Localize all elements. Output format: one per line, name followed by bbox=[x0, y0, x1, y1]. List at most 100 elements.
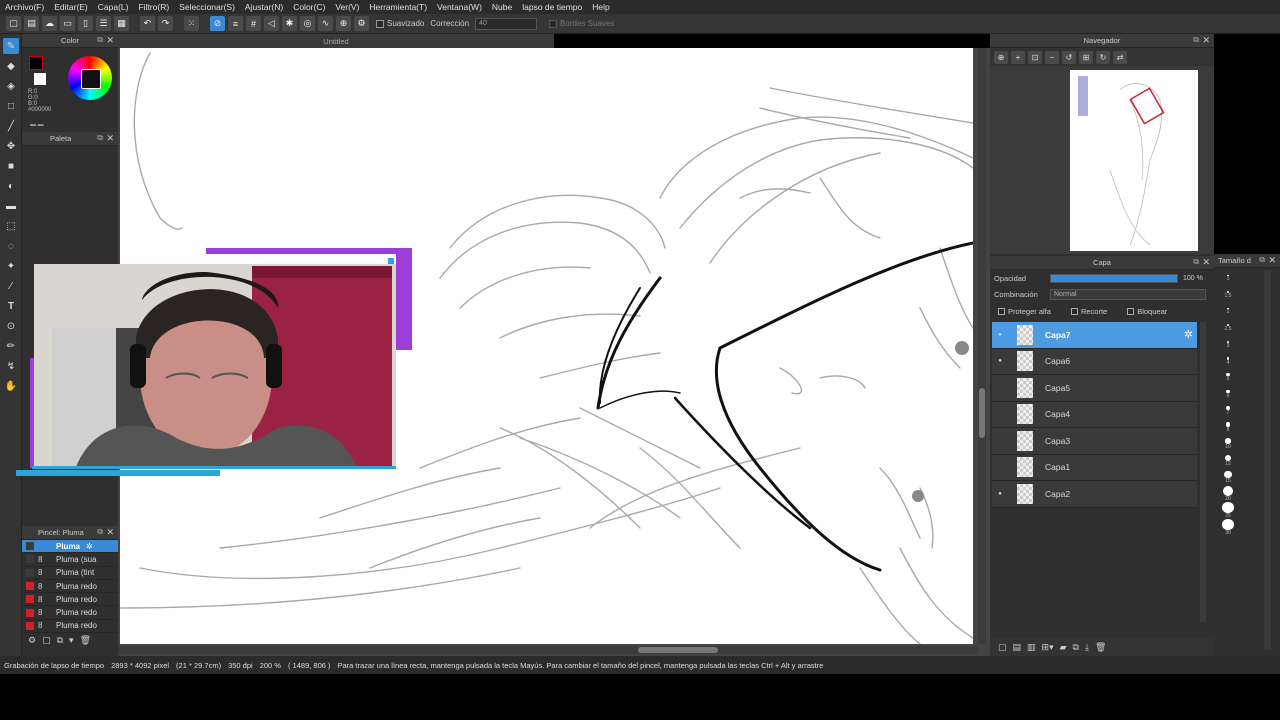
fill-icon[interactable]: ◈ bbox=[3, 78, 19, 94]
snap-radial-icon[interactable]: ✱ bbox=[282, 16, 297, 31]
delete-layer-icon[interactable]: 🗑 bbox=[1095, 642, 1106, 653]
brush-size-item[interactable]: 10 bbox=[1214, 436, 1242, 453]
save-icon[interactable]: ▭ bbox=[60, 16, 75, 31]
undock-icon[interactable]: ⧉ bbox=[97, 527, 103, 537]
bucket-icon[interactable]: ◐ bbox=[3, 178, 19, 194]
brush-size-item[interactable]: 12 bbox=[1214, 453, 1242, 470]
menu-item[interactable]: Color(C) bbox=[293, 2, 325, 12]
add-layer-menu-icon[interactable]: ⊞▾ bbox=[1042, 642, 1054, 653]
layer-scrollbar[interactable] bbox=[1200, 322, 1206, 622]
zoom-out-icon[interactable]: − bbox=[1045, 50, 1059, 64]
flip-icon[interactable]: ⇄ bbox=[1113, 50, 1127, 64]
menu-item[interactable]: Nube bbox=[492, 2, 512, 12]
cloud-icon[interactable]: ☁ bbox=[42, 16, 57, 31]
brush-size-item[interactable]: 2.5 bbox=[1214, 320, 1242, 337]
background-color-swatch[interactable] bbox=[34, 73, 46, 85]
pen-icon[interactable]: ✎ bbox=[3, 38, 19, 54]
open-file-icon[interactable]: ▤ bbox=[24, 16, 39, 31]
layer-row[interactable]: ● Capa6 bbox=[992, 348, 1197, 375]
layer-row[interactable]: Capa1 bbox=[992, 454, 1197, 481]
menu-item[interactable]: Filtro(R) bbox=[138, 2, 169, 12]
vertical-scrollbar[interactable] bbox=[978, 48, 986, 644]
rect-icon[interactable]: ■ bbox=[3, 158, 19, 174]
brush-item[interactable]: 8 Pluma redo bbox=[22, 593, 118, 607]
menu-item[interactable]: Seleccionar(S) bbox=[179, 2, 235, 12]
snap-settings-icon[interactable]: ⚙ bbox=[354, 16, 369, 31]
close-icon[interactable]: ✕ bbox=[106, 527, 114, 538]
navigator-thumbnail[interactable] bbox=[1070, 70, 1198, 251]
menu-item[interactable]: Ver(V) bbox=[335, 2, 359, 12]
snap-curve-icon[interactable]: ∿ bbox=[318, 16, 333, 31]
brush-size-item[interactable]: 5 bbox=[1214, 370, 1242, 387]
line-icon[interactable]: ╱ bbox=[3, 118, 19, 134]
fit-icon[interactable]: ⊡ bbox=[1028, 50, 1042, 64]
brush-item[interactable]: Pluma ✲ bbox=[22, 540, 118, 554]
brush-size-item[interactable]: 7 bbox=[1214, 403, 1242, 420]
brush-item[interactable]: 8 Pluma (tint bbox=[22, 567, 118, 580]
brush-item[interactable]: 8 Pluma redo bbox=[22, 606, 118, 620]
close-icon[interactable]: ✕ bbox=[1268, 255, 1276, 266]
eraser-icon[interactable]: ◆ bbox=[3, 58, 19, 74]
gradient-icon[interactable]: ▬ bbox=[3, 198, 19, 214]
undock-icon[interactable]: ⧉ bbox=[1193, 35, 1199, 45]
snap-off-icon[interactable]: ⊘ bbox=[210, 16, 225, 31]
color-mode-toggle[interactable]: ▬ ▬ bbox=[30, 122, 44, 128]
soft-edges-checkbox[interactable] bbox=[549, 19, 558, 28]
clip-checkbox[interactable] bbox=[1070, 307, 1078, 315]
correction-select[interactable]: 40 bbox=[475, 17, 538, 30]
rotate-right-icon[interactable]: ↻ bbox=[1096, 50, 1110, 64]
redo-icon[interactable]: ↷ bbox=[158, 16, 173, 31]
document-icon[interactable]: ▯ bbox=[78, 16, 93, 31]
color-wheel[interactable] bbox=[68, 56, 112, 100]
brush-size-item[interactable]: 15 bbox=[1214, 469, 1242, 486]
protect-alpha-checkbox[interactable] bbox=[998, 307, 1005, 315]
snap-parallel-icon[interactable]: ≡ bbox=[228, 16, 243, 31]
undock-icon[interactable]: ⧉ bbox=[97, 133, 103, 143]
snap-3d-icon[interactable]: ⊕ bbox=[336, 16, 351, 31]
menu-item[interactable]: Archivo(F) bbox=[5, 2, 44, 12]
menu-item[interactable]: lapso de tiempo bbox=[522, 2, 582, 12]
reset-view-icon[interactable]: ⊞ bbox=[1079, 50, 1093, 64]
foreground-color-swatch[interactable] bbox=[29, 56, 43, 70]
layer-row[interactable]: Capa4 bbox=[992, 401, 1197, 428]
layer-row[interactable]: ● Capa2 bbox=[992, 481, 1197, 508]
brush-size-item[interactable]: 3 bbox=[1214, 336, 1242, 353]
brush-item[interactable]: 8 Pluma redo bbox=[22, 580, 118, 594]
brush-size-item[interactable]: 1.5 bbox=[1214, 287, 1242, 304]
undo-icon[interactable]: ↶ bbox=[140, 16, 155, 31]
brush-item[interactable]: 8 Pluma redo bbox=[22, 620, 118, 634]
brush-size-scrollbar[interactable] bbox=[1264, 270, 1271, 650]
smoothing-checkbox[interactable] bbox=[376, 19, 384, 28]
menu-icon[interactable]: ▾ bbox=[69, 635, 74, 646]
close-icon[interactable]: ✕ bbox=[1202, 257, 1210, 268]
brush-size-item[interactable]: 8 bbox=[1214, 419, 1242, 436]
document-tab[interactable]: Untitled bbox=[118, 34, 554, 48]
menu-item[interactable]: Help bbox=[592, 2, 609, 12]
brush-size-item[interactable]: 4 bbox=[1214, 353, 1242, 370]
snap-circle-icon[interactable]: ◎ bbox=[300, 16, 315, 31]
deselect-icon[interactable]: ⁙ bbox=[184, 16, 199, 31]
brush-size-item[interactable]: 25 bbox=[1214, 502, 1242, 519]
zoom-in-icon[interactable]: ⊕ bbox=[994, 50, 1008, 64]
undock-icon[interactable]: ⧉ bbox=[1193, 257, 1199, 267]
new-halftone-layer-icon[interactable]: ▤ bbox=[1013, 642, 1022, 653]
opacity-slider[interactable] bbox=[1050, 273, 1178, 283]
snap-perspective-icon[interactable]: ◁ bbox=[264, 16, 279, 31]
select-rect-icon[interactable]: ⬚ bbox=[3, 218, 19, 234]
zoom-in-step-icon[interactable]: + bbox=[1011, 50, 1025, 64]
menu-item[interactable]: Ajustar(N) bbox=[245, 2, 283, 12]
shape-icon[interactable]: □ bbox=[3, 98, 19, 114]
grid-icon[interactable]: ▦ bbox=[114, 16, 129, 31]
brush-size-item[interactable]: 2 bbox=[1214, 303, 1242, 320]
brush-settings-icon[interactable]: ✲ bbox=[86, 542, 93, 551]
move-icon[interactable]: ✥ bbox=[3, 138, 19, 154]
duplicate-layer-icon[interactable]: ⧉ bbox=[1073, 642, 1079, 653]
brush-size-item[interactable]: 6 bbox=[1214, 386, 1242, 403]
brush-item[interactable]: 8 Pluma (sua bbox=[22, 553, 118, 567]
layer-row[interactable]: Capa3 bbox=[992, 428, 1197, 455]
layers-icon[interactable]: ☰ bbox=[96, 16, 111, 31]
horizontal-scrollbar[interactable] bbox=[118, 646, 978, 654]
visibility-eye-icon[interactable]: ● bbox=[992, 332, 1008, 338]
visibility-eye-icon[interactable]: ● bbox=[992, 491, 1008, 497]
brush-size-item[interactable]: 20 bbox=[1214, 486, 1242, 503]
